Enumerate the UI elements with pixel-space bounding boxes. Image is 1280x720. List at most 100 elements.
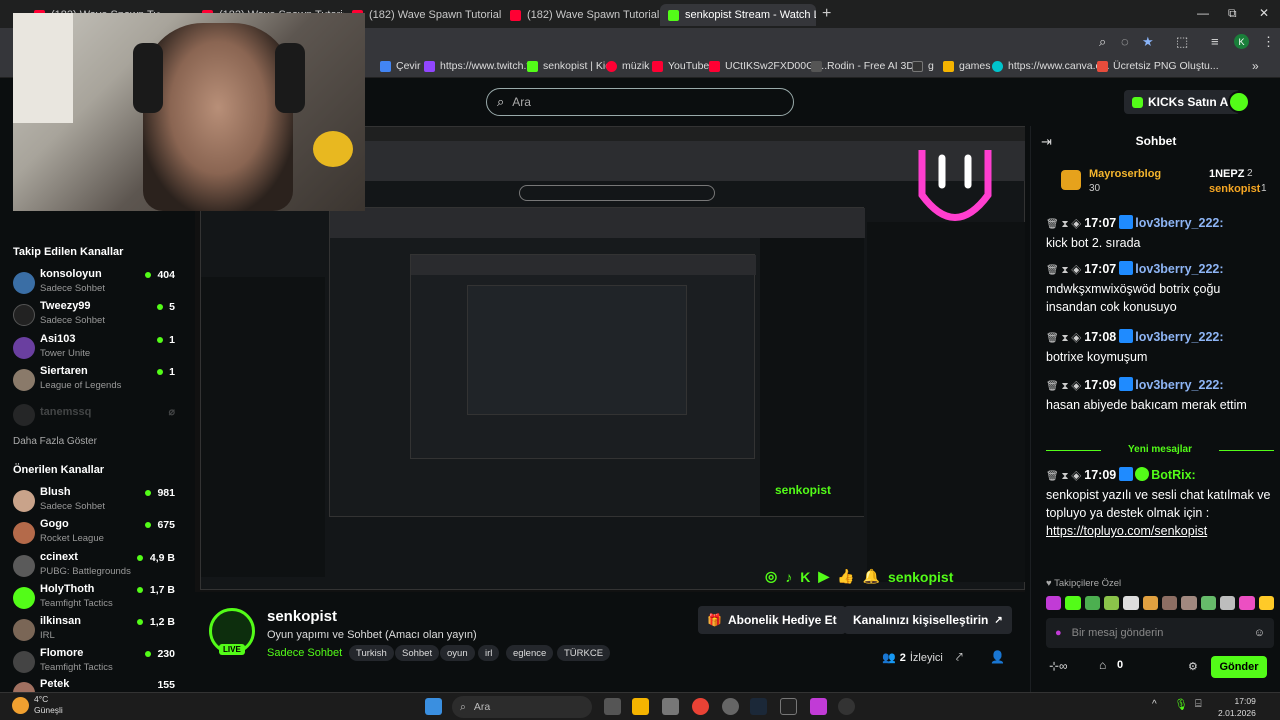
- message-user[interactable]: lov3berry_222:: [1135, 262, 1223, 276]
- bookmark-item[interactable]: müzik: [606, 60, 649, 72]
- bookmark-item[interactable]: Rodin - Free AI 3D...: [811, 60, 923, 72]
- tray-chevron-icon[interactable]: ^: [1152, 699, 1157, 710]
- bookmark-item[interactable]: YouTube: [652, 60, 709, 72]
- sidebar-channel[interactable]: Gogo Rocket League 675: [13, 518, 183, 548]
- chat-message[interactable]: 🗑 ⧗ ◈ 17:07 lov3berry_222: mdwkşxmwixöşwöd…: [1046, 260, 1274, 316]
- epic-games-icon[interactable]: [780, 698, 797, 715]
- sidebar-channel[interactable]: Blush Sadece Sohbet 981: [13, 486, 183, 516]
- tag-chip[interactable]: TÜRKCE: [557, 645, 611, 661]
- sidebar-channel[interactable]: ccinext PUBG: Battlegrounds 4,9 B: [13, 551, 183, 581]
- emote-icon[interactable]: [1181, 596, 1197, 610]
- buy-kicks-button[interactable]: KICKs Satın Al: [1124, 90, 1240, 114]
- app-icon[interactable]: [722, 698, 739, 715]
- close-window-button[interactable]: ✕: [1259, 6, 1269, 20]
- chat-message[interactable]: 🗑 ⧗ ◈ 17:08 lov3berry_222: botrixe koymuşu…: [1046, 328, 1274, 366]
- tag-chip[interactable]: Turkish: [349, 645, 394, 661]
- bookmark-item[interactable]: games: [943, 60, 991, 72]
- emote-icon[interactable]: [1161, 596, 1178, 610]
- message-user[interactable]: lov3berry_222:: [1135, 330, 1223, 344]
- moderation-icons[interactable]: 🗑 ⧗ ◈: [1046, 265, 1081, 276]
- sidebar-channel[interactable]: konsoloyun Sadece Sohbet 404: [13, 268, 183, 298]
- steam-icon[interactable]: [750, 698, 767, 715]
- share-icon[interactable]: ⤤: [956, 650, 963, 665]
- tag-chip[interactable]: irl: [478, 645, 500, 661]
- browser-tab[interactable]: (182) Wave Spawn Tutorial Part ✕: [344, 4, 502, 26]
- moderation-icons[interactable]: 🗑 ⧗ ◈: [1046, 381, 1081, 392]
- chat-message-input[interactable]: ● Bir mesaj gönderin ☺: [1046, 618, 1274, 648]
- sidebar-channel[interactable]: Petek 155: [13, 678, 183, 692]
- gifter-name[interactable]: 1NEPZ: [1209, 168, 1244, 180]
- windows-start-icon[interactable]: [425, 698, 442, 715]
- gift-box-icon[interactable]: ⌂: [1099, 658, 1106, 672]
- chat-message[interactable]: 🗑 ⧗ ◈ 17:09 lov3berry_222: hasan abiyede b…: [1046, 376, 1274, 414]
- store-icon[interactable]: [662, 698, 679, 715]
- bookmark-item[interactable]: g: [912, 60, 934, 72]
- bookmark-item[interactable]: senkopist | Kick: [527, 60, 616, 72]
- bookmark-item[interactable]: https://www.twitch.t...: [424, 60, 538, 72]
- sidebar-channel[interactable]: Siertaren League of Legends 1: [13, 365, 183, 395]
- emote-icon[interactable]: [1142, 596, 1158, 610]
- search-input[interactable]: ⌕ Ara: [486, 88, 794, 116]
- bookmark-star-icon[interactable]: ★: [1142, 34, 1154, 50]
- add-user-icon[interactable]: 👤: [990, 650, 1005, 664]
- app-icon[interactable]: [810, 698, 827, 715]
- stream-category[interactable]: Sadece Sohbet: [267, 647, 342, 659]
- weather-icon[interactable]: [12, 697, 29, 714]
- emote-icon[interactable]: [1219, 596, 1236, 610]
- gift-subscription-button[interactable]: 🎁 Abonelik Hediye Et: [698, 606, 846, 634]
- show-more-link[interactable]: Daha Fazla Göster: [13, 436, 97, 447]
- bookmark-item[interactable]: https://www.canva.c...: [992, 60, 1110, 72]
- menu-kebab-icon[interactable]: ⋮: [1262, 34, 1275, 50]
- send-button[interactable]: Gönder: [1211, 656, 1267, 678]
- eye-off-icon[interactable]: ◌: [1121, 34, 1129, 49]
- minimize-button[interactable]: —: [1197, 6, 1209, 20]
- emote-icon[interactable]: [1258, 596, 1274, 610]
- moderation-icons[interactable]: 🗑 ⧗ ◈: [1046, 333, 1081, 344]
- emote-icon[interactable]: [1123, 596, 1139, 610]
- emote-icon[interactable]: [1084, 596, 1100, 610]
- browser-tab-active[interactable]: senkopist Stream - Watch Live ✕: [660, 4, 816, 26]
- channel-points-icon[interactable]: ⊹∞: [1049, 659, 1068, 673]
- streamer-name[interactable]: senkopist: [267, 608, 337, 625]
- moderation-icons[interactable]: 🗑 ⧗ ◈: [1046, 471, 1081, 482]
- media-controls-icon[interactable]: ≡: [1211, 34, 1219, 49]
- task-view-icon[interactable]: [604, 698, 621, 715]
- extensions-icon[interactable]: ⬚: [1176, 34, 1188, 50]
- zoom-icon[interactable]: ⌕: [1099, 34, 1106, 50]
- weather-widget[interactable]: 4°C Güneşli: [34, 694, 63, 716]
- more-bookmarks-icon[interactable]: »: [1252, 59, 1259, 73]
- browser-tab[interactable]: (182) Wave Spawn Tutorial Part ✕: [502, 4, 660, 26]
- maximize-button[interactable]: ⧉: [1228, 6, 1237, 21]
- emote-icon[interactable]: [1046, 596, 1062, 610]
- chat-message[interactable]: 🗑 ⧗ ◈ 17:07 lov3berry_222: kick bot 2. sır…: [1046, 214, 1274, 252]
- sidebar-channel[interactable]: HolyThoth Teamfight Tactics 1,7 B: [13, 583, 183, 613]
- emoji-icon[interactable]: ☺: [1254, 627, 1265, 639]
- tag-chip[interactable]: Sohbet: [395, 645, 440, 661]
- moderation-icons[interactable]: 🗑 ⧗ ◈: [1046, 219, 1081, 230]
- emote-icon[interactable]: [1200, 596, 1216, 610]
- chat-settings-icon[interactable]: ⚙: [1188, 660, 1198, 673]
- message-user[interactable]: BotRix:: [1151, 468, 1195, 482]
- sidebar-channel[interactable]: ilkinsan IRL 1,2 B: [13, 615, 183, 645]
- unreal-engine-icon[interactable]: [838, 698, 855, 715]
- file-explorer-icon[interactable]: [632, 698, 649, 715]
- bookmark-item[interactable]: Ücretsiz PNG Oluştu...: [1097, 60, 1219, 72]
- profile-avatar[interactable]: K: [1234, 34, 1249, 49]
- chat-message-bot[interactable]: 🗑 ⧗ ◈ 17:09 BotRix: senkopist yazılı ve se…: [1046, 466, 1274, 540]
- sidebar-channel[interactable]: Flomore Teamfight Tactics 230: [13, 647, 183, 677]
- customize-channel-button[interactable]: Kanalınızı kişiselleştirin ↗: [844, 606, 1012, 634]
- message-user[interactable]: lov3berry_222:: [1135, 216, 1223, 230]
- emote-icon[interactable]: [1239, 596, 1255, 610]
- message-user[interactable]: lov3berry_222:: [1135, 378, 1223, 392]
- taskbar-search[interactable]: ⌕ Ara: [452, 696, 592, 718]
- emote-icon[interactable]: [1065, 596, 1081, 610]
- chrome-icon[interactable]: [692, 698, 709, 715]
- gifter-name[interactable]: senkopist: [1209, 183, 1260, 195]
- gifter-name[interactable]: Mayroserblog: [1089, 168, 1161, 180]
- tag-chip[interactable]: eglence: [506, 645, 554, 661]
- microphone-icon[interactable]: 🎙: [1174, 698, 1188, 711]
- sidebar-channel[interactable]: Tweezy99 Sadece Sohbet 5: [13, 300, 183, 330]
- emote-icon[interactable]: [1103, 596, 1120, 610]
- clock[interactable]: 17:09 2.01.2026: [1218, 695, 1256, 719]
- sidebar-channel[interactable]: Asi103 Tower Unite 1: [13, 333, 183, 363]
